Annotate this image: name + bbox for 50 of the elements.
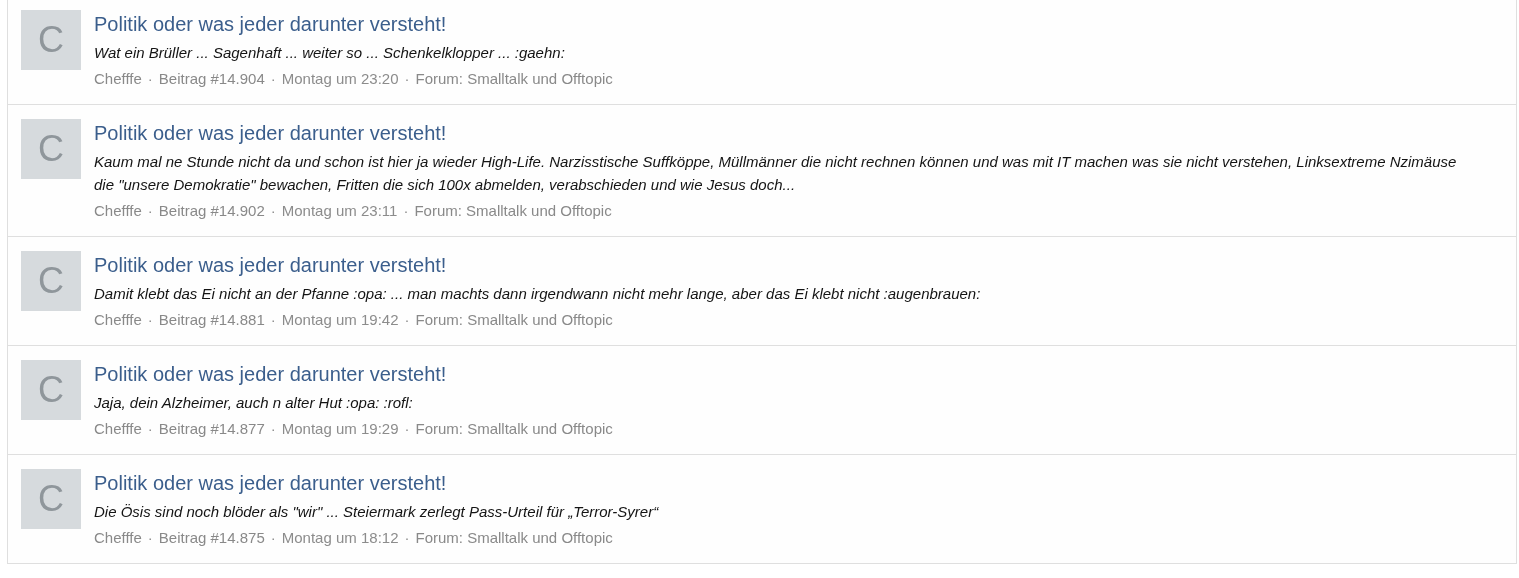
forum-link[interactable]: Forum: Smalltalk und Offtopic <box>414 201 612 221</box>
separator-dot: · <box>403 310 411 330</box>
separator-dot: · <box>403 528 411 548</box>
post-snippet: Wat ein Brüller ... Sagenhaft ... weiter so ... Schenkelklopper ... :gaehn: <box>94 43 566 63</box>
post-time: Montag um 18:12 <box>281 528 399 548</box>
separator-dot: · <box>146 528 154 548</box>
post-time: Montag um 23:11 <box>281 201 398 221</box>
separator-dot: · <box>146 419 154 439</box>
post-time: Montag um 19:29 <box>281 419 399 439</box>
separator-dot: · <box>269 310 277 330</box>
separator-dot: · <box>269 69 277 89</box>
post-number-link[interactable]: Beitrag #14.875 <box>158 528 265 548</box>
separator-dot: · <box>402 201 410 221</box>
post-number-link[interactable]: Beitrag #14.902 <box>158 201 265 221</box>
avatar[interactable]: C <box>21 469 81 529</box>
thread-title-link[interactable]: Politik oder was jeder darunter versteht! <box>94 12 447 36</box>
forum-link[interactable]: Forum: Smalltalk und Offtopic <box>415 419 613 439</box>
author-link[interactable]: Chefffe <box>94 528 142 548</box>
avatar[interactable]: C <box>21 10 81 70</box>
post-snippet: Kaum mal ne Stunde nicht da und schon ist hier ja wieder High-Life. Narzisstische Suffköppe, Müllmänner die nicht rechnen können und was mit IT machen was sie nicht verstehen, Linksextreme Nzimäuse die "unsere Demokratie" bewachen, Fritten die sich 100x abmelden, verabschieden und wie Jesus doch... <box>94 152 1458 195</box>
separator-dot: · <box>146 69 154 89</box>
thread-title-link[interactable]: Politik oder was jeder darunter versteht! <box>94 253 447 277</box>
separator-dot: · <box>403 419 411 439</box>
post-snippet: Jaja, dein Alzheimer, auch n alter Hut :opa: :rofl: <box>94 393 414 413</box>
thread-title-link[interactable]: Politik oder was jeder darunter versteht! <box>94 362 447 386</box>
avatar[interactable]: C <box>21 119 81 179</box>
separator-dot: · <box>403 69 411 89</box>
thread-title-link[interactable]: Politik oder was jeder darunter versteht! <box>94 471 447 495</box>
avatar[interactable]: C <box>21 360 81 420</box>
forum-link[interactable]: Forum: Smalltalk und Offtopic <box>415 528 613 548</box>
separator-dot: · <box>146 310 154 330</box>
separator-dot: · <box>269 201 277 221</box>
author-link[interactable]: Chefffe <box>94 69 142 89</box>
thread-title-link[interactable]: Politik oder was jeder darunter versteht! <box>94 121 447 145</box>
post-snippet: Die Ösis sind noch blöder als "wir" ... Steiermark zerlegt Pass-Urteil für „Terror-Syrer“ <box>94 502 660 522</box>
author-link[interactable]: Chefffe <box>94 201 142 221</box>
post-snippet: Damit klebt das Ei nicht an der Pfanne :opa: ... man machts dann irgendwann nicht mehr lange, aber das Ei klebt nicht :augenbrauen: <box>94 284 982 304</box>
post-time: Montag um 19:42 <box>281 310 399 330</box>
post-number-link[interactable]: Beitrag #14.877 <box>158 419 265 439</box>
forum-link[interactable]: Forum: Smalltalk und Offtopic <box>415 69 613 89</box>
author-link[interactable]: Chefffe <box>94 310 142 330</box>
post-number-link[interactable]: Beitrag #14.904 <box>158 69 265 89</box>
avatar[interactable]: C <box>21 251 81 311</box>
forum-link[interactable]: Forum: Smalltalk und Offtopic <box>415 310 613 330</box>
separator-dot: · <box>146 201 154 221</box>
separator-dot: · <box>269 528 277 548</box>
author-link[interactable]: Chefffe <box>94 419 142 439</box>
post-number-link[interactable]: Beitrag #14.881 <box>158 310 265 330</box>
post-time: Montag um 23:20 <box>281 69 399 89</box>
separator-dot: · <box>269 419 277 439</box>
